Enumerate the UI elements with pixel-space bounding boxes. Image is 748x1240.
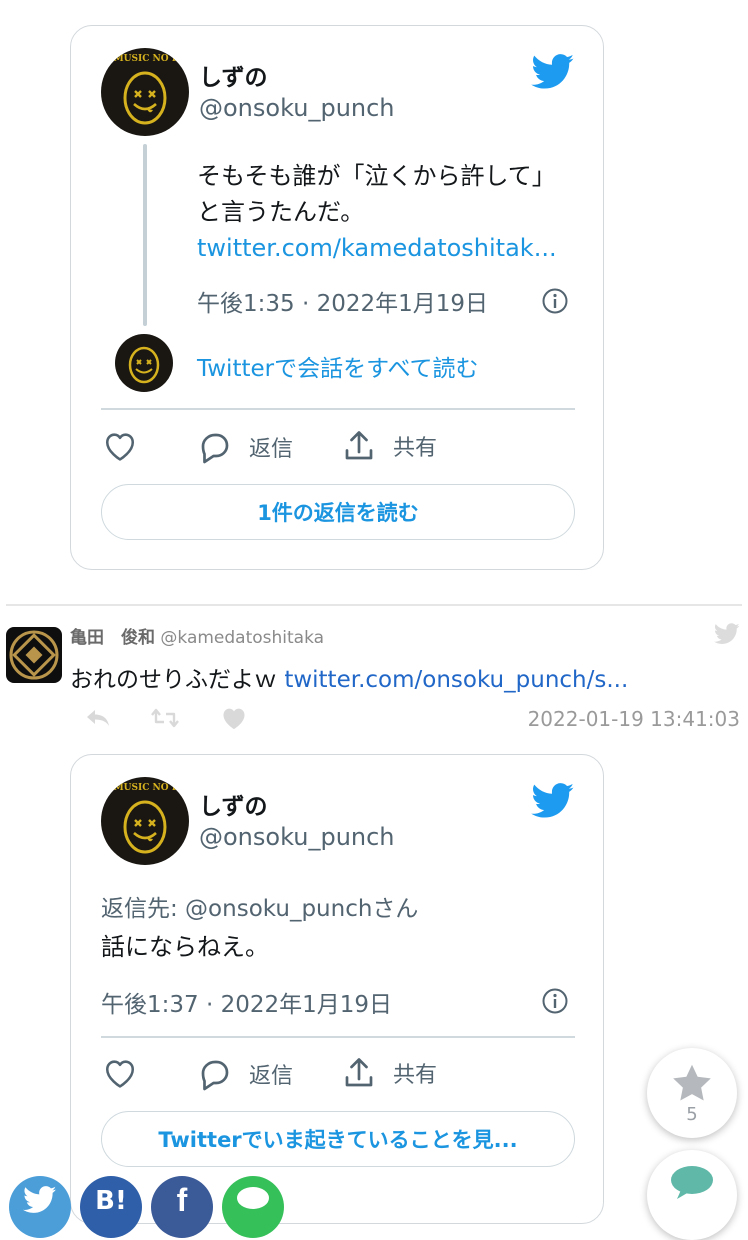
user-avatar[interactable]: NO MUSIC NO LIFE bbox=[101, 777, 189, 865]
twitter-bird-icon[interactable] bbox=[531, 54, 575, 90]
log-user-line: 亀田 俊和 @kamedatoshitaka bbox=[70, 623, 324, 648]
divider bbox=[101, 408, 575, 410]
thread-line bbox=[143, 144, 147, 326]
user-name[interactable]: しずの bbox=[199, 787, 268, 821]
twitter-bird-icon[interactable] bbox=[531, 783, 575, 819]
share-hatena-button[interactable]: B! bbox=[80, 1176, 142, 1238]
smiley-avatar-icon: NO MUSIC NO LIFE bbox=[101, 54, 189, 125]
user-handle[interactable]: @onsoku_punch bbox=[199, 823, 395, 851]
favorite-fab[interactable]: 5 bbox=[647, 1048, 737, 1138]
see-whats-happening-button[interactable]: Twitterでいま起きていることを見... bbox=[101, 1111, 575, 1167]
share-twitter-button[interactable] bbox=[9, 1176, 71, 1238]
share-label: 共有 bbox=[393, 436, 438, 461]
comment-fab[interactable] bbox=[647, 1150, 737, 1240]
reply-label: 返信 bbox=[249, 1064, 294, 1089]
svg-text:NO MUSIC NO LIFE: NO MUSIC NO LIFE bbox=[101, 54, 189, 64]
share-icon bbox=[345, 1058, 373, 1087]
embedded-tweet-card[interactable]: NO MUSIC NO LIFE しずの @onsoku_punch 返信先: … bbox=[70, 754, 604, 1224]
facebook-icon: f bbox=[176, 1182, 188, 1218]
heart-icon bbox=[105, 1060, 135, 1088]
divider bbox=[101, 1036, 575, 1038]
read-replies-button[interactable]: 1件の返信を読む bbox=[101, 484, 575, 540]
share-button[interactable]: 共有 bbox=[341, 428, 437, 464]
share-line-button[interactable] bbox=[222, 1176, 284, 1238]
share-facebook-button[interactable]: f bbox=[151, 1176, 213, 1238]
reply-button[interactable]: 返信 bbox=[197, 1057, 293, 1091]
favorite-count: 5 bbox=[686, 1104, 698, 1125]
log-user-handle[interactable]: @kamedatoshitaka bbox=[160, 628, 324, 648]
log-user-name[interactable]: 亀田 俊和 bbox=[70, 628, 155, 648]
reply-bubble-icon bbox=[201, 433, 229, 464]
log-user-avatar[interactable] bbox=[6, 627, 62, 683]
heart-icon bbox=[105, 433, 135, 461]
share-label: 共有 bbox=[393, 1063, 438, 1088]
tweet-timestamp[interactable]: 午後1:35 · 2022年1月19日 bbox=[197, 284, 488, 318]
tweet-timestamp[interactable]: 午後1:37 · 2022年1月19日 bbox=[101, 985, 392, 1019]
tweet-link[interactable]: twitter.com/kamedatoshitak... bbox=[197, 230, 557, 266]
like-button[interactable] bbox=[103, 1057, 137, 1089]
retweet-icon[interactable] bbox=[150, 707, 180, 729]
tweet-text-line: と言うたんだ。 bbox=[197, 198, 365, 226]
heart-icon[interactable] bbox=[220, 705, 248, 731]
read-conversation-link[interactable]: Twitterで会話をすべて読む bbox=[197, 349, 479, 383]
user-handle[interactable]: @onsoku_punch bbox=[199, 94, 395, 122]
conversation-avatar[interactable] bbox=[115, 334, 173, 392]
twitter-bird-icon bbox=[23, 1186, 57, 1213]
reply-bubble-icon bbox=[201, 1060, 229, 1091]
like-button[interactable] bbox=[103, 430, 137, 462]
reply-to-line[interactable]: 返信先: @onsoku_punchさん bbox=[101, 889, 418, 923]
svg-text:NO MUSIC NO LIFE: NO MUSIC NO LIFE bbox=[101, 783, 189, 793]
log-timestamp: 2022-01-19 13:41:03 bbox=[527, 707, 740, 731]
tweet-text-line: そもそも誰が「泣くから許して」 bbox=[197, 162, 556, 190]
share-button[interactable]: 共有 bbox=[341, 1055, 437, 1091]
user-avatar[interactable]: NO MUSIC NO LIFE bbox=[101, 48, 189, 136]
hatena-icon: B! bbox=[95, 1186, 127, 1216]
log-tweet-link[interactable]: twitter.com/onsoku_punch/s... bbox=[284, 667, 628, 693]
info-icon[interactable] bbox=[541, 987, 569, 1015]
star-icon bbox=[673, 1064, 711, 1101]
log-text-body: おれのせりふだよｗ bbox=[70, 667, 277, 693]
user-name[interactable]: しずの bbox=[199, 58, 268, 92]
section-divider bbox=[6, 604, 742, 606]
twitter-bird-icon[interactable] bbox=[714, 623, 740, 645]
smiley-avatar-icon: NO MUSIC NO LIFE bbox=[101, 783, 189, 854]
reply-label: 返信 bbox=[249, 437, 294, 462]
reply-arrow-icon[interactable] bbox=[84, 706, 112, 730]
speech-bubble-icon bbox=[671, 1166, 713, 1199]
smiley-avatar-icon bbox=[128, 346, 160, 384]
log-tweet-text: おれのせりふだよｗ twitter.com/onsoku_punch/s... bbox=[70, 660, 628, 694]
family-crest-icon bbox=[9, 630, 59, 680]
tweet-text: そもそも誰が「泣くから許して」 と言うたんだ。 twitter.com/kame… bbox=[197, 158, 557, 266]
info-icon[interactable] bbox=[541, 287, 569, 315]
share-icon bbox=[345, 431, 373, 460]
embedded-tweet-card[interactable]: NO MUSIC NO LIFE しずの @onsoku_punch そもそも誰… bbox=[70, 25, 604, 570]
reply-button[interactable]: 返信 bbox=[197, 430, 293, 464]
line-bubble-icon bbox=[237, 1187, 269, 1209]
tweet-text: 話にならねえ。 bbox=[101, 933, 269, 961]
